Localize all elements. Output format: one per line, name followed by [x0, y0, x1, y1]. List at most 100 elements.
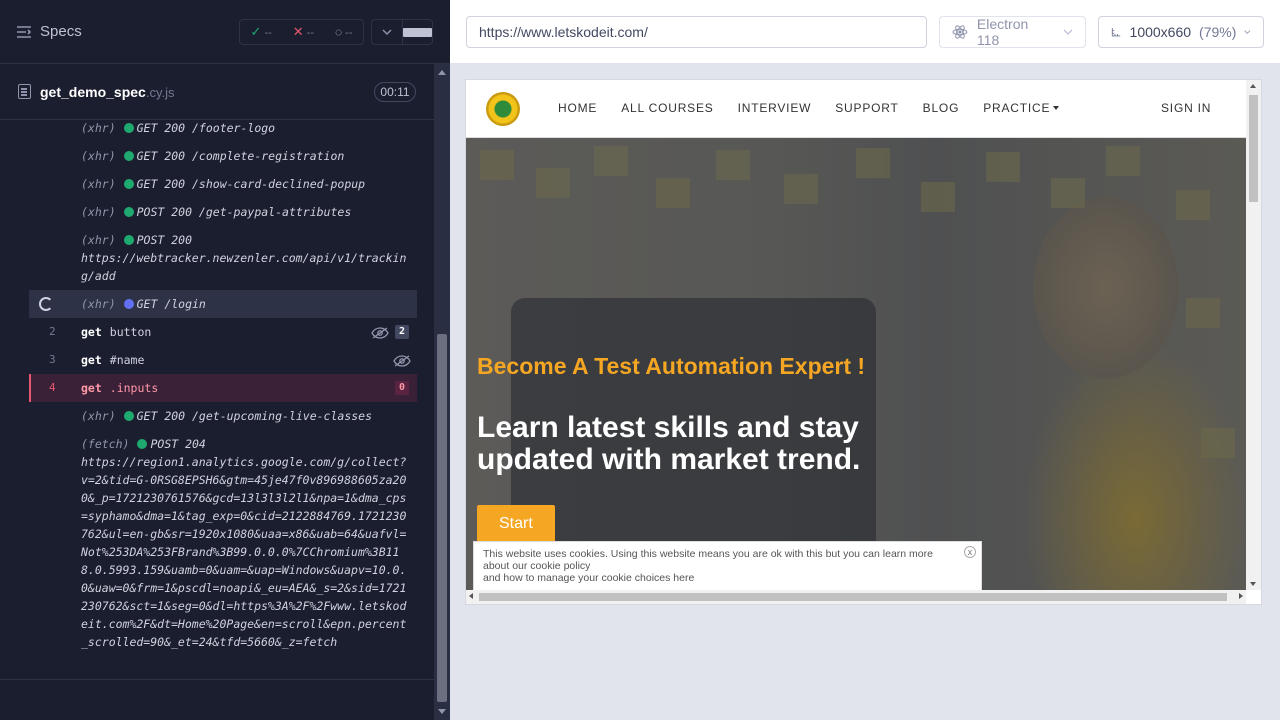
pending-stat: ◌ -- — [334, 25, 353, 39]
hero-subtitle: Become A Test Automation Expert ! — [477, 353, 866, 379]
request-summary: GET 200 /footer-logo — [136, 121, 276, 135]
specs-button[interactable]: Specs — [16, 23, 82, 40]
network-log-row[interactable]: (xhr) GET 200 /show-card-declined-popup — [29, 170, 417, 198]
request-url: https://webtracker.newzenler.com/api/v1/… — [81, 251, 407, 283]
browser-name: Electron 118 — [976, 16, 1029, 48]
eye-slash-icon — [393, 354, 411, 367]
request-type: (xhr) — [81, 149, 116, 163]
viewport-size: 1000x660 — [1129, 24, 1192, 40]
hero-title: Learn latest skills and stay updated wit… — [477, 411, 861, 476]
spec-timer: 00:11 — [374, 82, 416, 102]
spec-header: get_demo_spec.cy.js 00:11 — [0, 65, 434, 120]
command-row[interactable]: 3 get #name — [29, 346, 417, 374]
nav-sign-in[interactable]: SIGN IN — [1161, 101, 1211, 115]
url-bar[interactable]: https://www.letskodeit.com/ — [466, 16, 927, 48]
nav-practice[interactable]: PRACTICE — [983, 101, 1060, 115]
request-type: (xhr) — [81, 121, 116, 135]
command-number: 3 — [49, 353, 56, 366]
request-type: (xhr) — [81, 205, 116, 219]
stats-bar: ✓ -- ✕ -- ◌ -- — [239, 19, 364, 45]
command-row[interactable]: 4 get .inputs 0 — [29, 374, 417, 402]
chevron-down-icon — [1063, 29, 1073, 35]
spec-name: get_demo_spec.cy.js — [40, 84, 175, 100]
command-name: get — [81, 381, 102, 395]
cookie-policy-link[interactable]: cookie policy — [530, 560, 590, 572]
electron-icon — [952, 25, 968, 39]
cookie-text-2: and how to manage your cookie choices he… — [483, 572, 695, 584]
request-summary: POST 200 /get-paypal-attributes — [136, 205, 352, 219]
command-name: get — [81, 353, 102, 367]
toggle-auto-scroll-button[interactable] — [372, 20, 402, 44]
command-log-panel: Specs ✓ -- ✕ -- ◌ -- get_demo_spec.cy.js… — [0, 0, 450, 720]
request-summary: GET 200 /complete-registration — [136, 149, 345, 163]
status-dot-icon — [123, 179, 134, 189]
viewport-info[interactable]: 1000x660 (79%) — [1098, 16, 1264, 48]
failed-stat: ✕ -- — [292, 24, 315, 39]
passed-stat: ✓ -- — [250, 24, 272, 39]
request-type: (fetch) — [81, 437, 130, 451]
network-log-row[interactable]: (xhr) POST 200 https://webtracker.newzenle… — [29, 226, 417, 290]
network-log-row[interactable]: (xhr) GET 200 /get-upcoming-live-classes — [29, 402, 417, 430]
scroll-down-arrow[interactable] — [438, 709, 446, 714]
aut-header: https://www.letskodeit.com/ Electron 118… — [450, 0, 1280, 64]
network-log-row[interactable]: (xhr) GET 200 /complete-registration — [29, 142, 417, 170]
request-type: (xhr) — [81, 297, 116, 311]
network-log-row[interactable]: (xhr) GET 200 /footer-logo — [29, 120, 417, 142]
chevron-down-icon — [1244, 30, 1251, 34]
command-selector: #name — [109, 353, 145, 367]
command-log[interactable]: (xhr) GET 200 /footer-logo (xhr) GET 200 /c… — [29, 120, 417, 666]
stop-button[interactable] — [401, 20, 432, 44]
request-summary: GET /login — [136, 297, 206, 311]
command-selector: button — [109, 325, 152, 339]
cookie-banner: This website uses cookies. Using this we… — [473, 541, 982, 592]
network-log-row[interactable]: (xhr) GET /login — [29, 290, 417, 318]
request-summary: GET 200 /get-upcoming-live-classes — [136, 409, 373, 423]
nav-all-courses[interactable]: ALL COURSES — [621, 101, 713, 115]
site-navbar: HOME ALL COURSES INTERVIEW SUPPORT BLOG … — [466, 80, 1246, 138]
status-dot-icon — [123, 151, 134, 161]
reporter-header: Specs ✓ -- ✕ -- ◌ -- — [0, 0, 450, 64]
hero-banner: Become A Test Automation Expert ! Learn … — [466, 138, 1246, 590]
status-dot-icon — [123, 411, 134, 421]
element-count-badge: 2 — [395, 325, 409, 339]
request-summary: POST 204 — [150, 437, 206, 451]
cookie-close-button[interactable]: x — [964, 546, 976, 558]
app-under-test-frame: HOME ALL COURSES INTERVIEW SUPPORT BLOG … — [466, 80, 1261, 604]
command-selector: .inputs — [109, 381, 159, 395]
site-logo[interactable] — [486, 92, 520, 126]
frame-vertical-scrollbar[interactable] — [1246, 80, 1261, 590]
eye-slash-icon — [371, 326, 389, 339]
nav-home[interactable]: HOME — [558, 101, 597, 115]
status-dot-icon — [123, 235, 134, 245]
site-nav-menu: HOME ALL COURSES INTERVIEW SUPPORT BLOG … — [558, 101, 1060, 115]
request-type: (xhr) — [81, 233, 116, 247]
check-icon: ✓ — [250, 24, 262, 39]
loading-spinner-icon — [39, 297, 53, 311]
command-row[interactable]: 2 get button 2 — [29, 318, 417, 346]
ruler-icon — [1111, 28, 1121, 37]
reporter-scrollbar[interactable] — [434, 64, 450, 720]
command-number: 4 — [49, 381, 56, 394]
menu-icon — [17, 25, 32, 38]
request-type: (xhr) — [81, 177, 116, 191]
status-dot-icon — [137, 439, 148, 449]
request-type: (xhr) — [81, 409, 116, 423]
nav-interview[interactable]: INTERVIEW — [738, 101, 812, 115]
request-summary: GET 200 /show-card-declined-popup — [136, 177, 366, 191]
file-icon — [18, 84, 31, 99]
status-dot-icon — [123, 207, 134, 217]
browser-selector[interactable]: Electron 118 — [939, 16, 1086, 48]
scroll-up-arrow[interactable] — [438, 70, 446, 75]
element-count-badge: 0 — [395, 381, 409, 395]
network-log-row[interactable]: (fetch) POST 204 https://region1.analytics… — [29, 430, 417, 656]
runner-controls — [371, 19, 433, 45]
circle-notch-icon: ◌ — [334, 25, 343, 39]
frame-horizontal-scrollbar[interactable] — [466, 590, 1246, 604]
network-log-row[interactable]: (xhr) POST 200 /get-paypal-attributes — [29, 198, 417, 226]
nav-blog[interactable]: BLOG — [923, 101, 960, 115]
nav-support[interactable]: SUPPORT — [835, 101, 898, 115]
status-dot-icon — [123, 299, 134, 309]
chevron-down-icon — [382, 29, 392, 35]
request-url: https://region1.analytics.google.com/g/c… — [81, 455, 407, 649]
scroll-thumb[interactable] — [437, 334, 447, 702]
